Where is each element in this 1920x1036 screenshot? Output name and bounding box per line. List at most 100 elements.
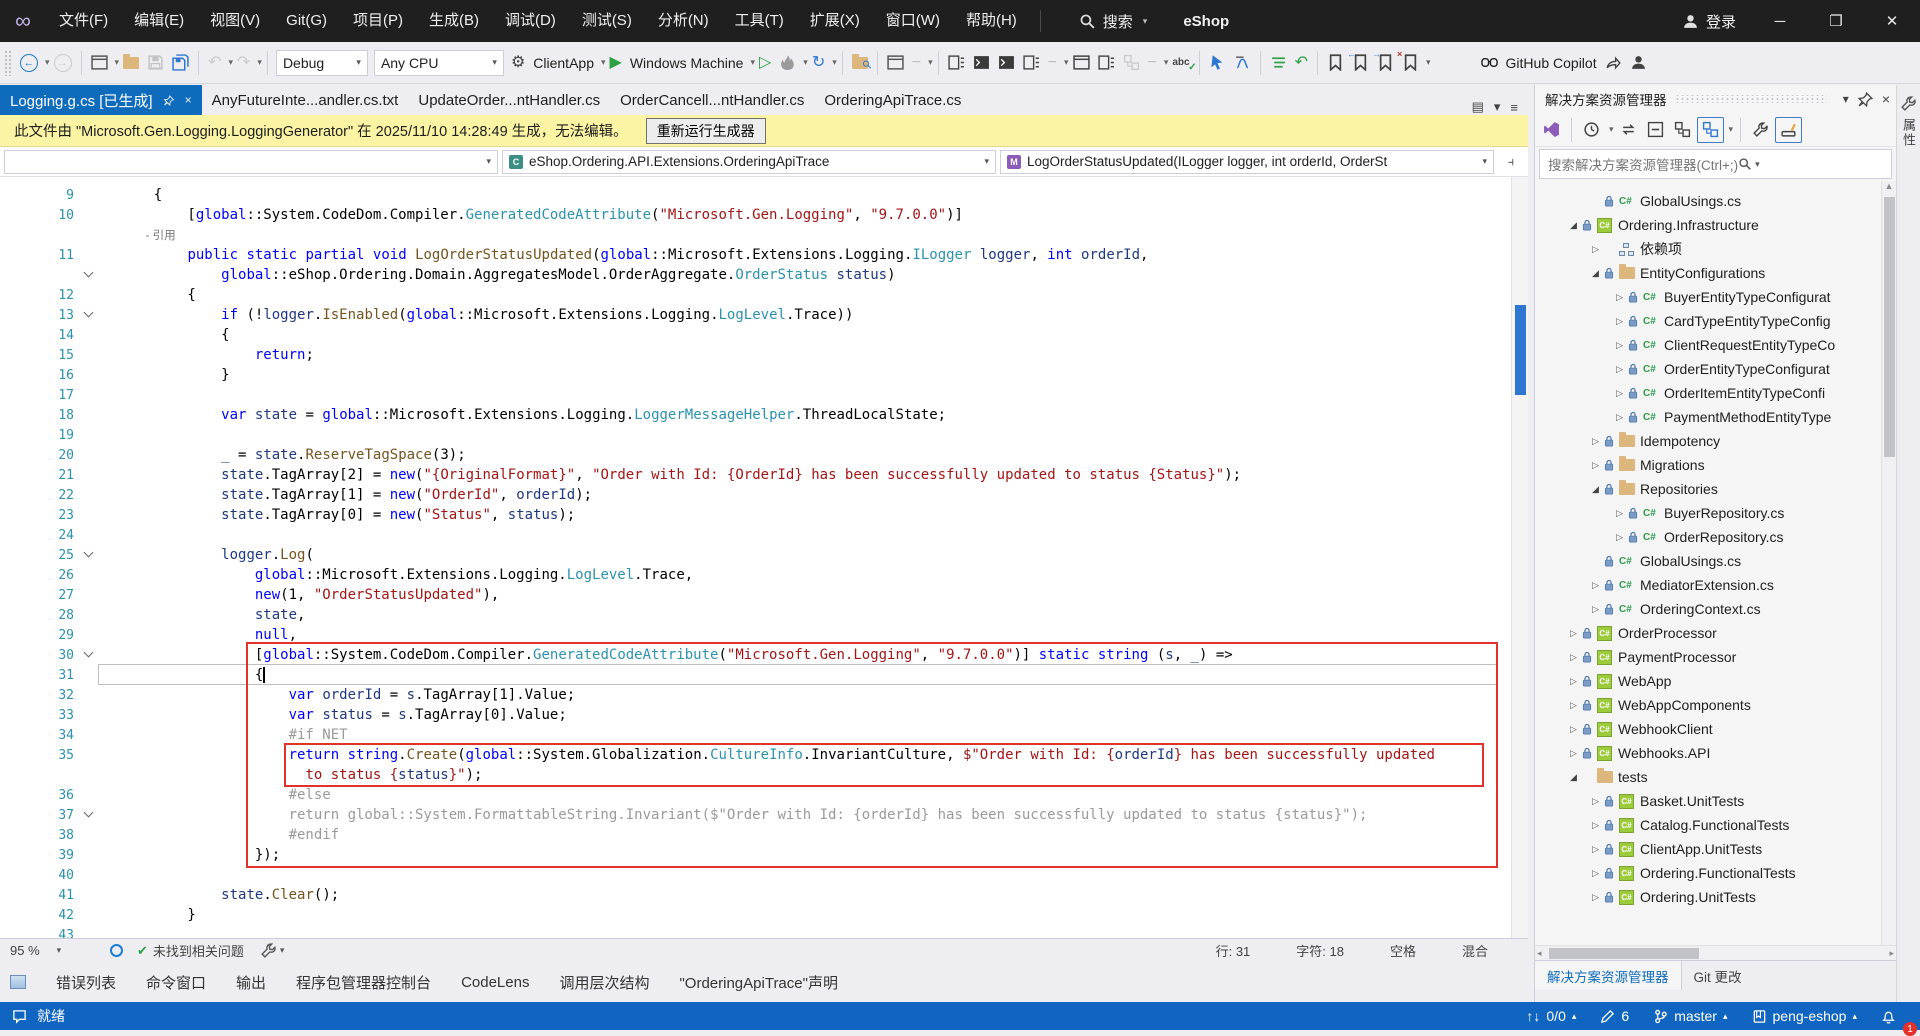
member-dropdown[interactable]: M LogOrderStatusUpdated(ILogger logger, …	[1000, 149, 1494, 174]
menu-0[interactable]: 文件(F)	[46, 0, 121, 42]
line-number[interactable]: 11	[0, 248, 78, 263]
line-number[interactable]: 13	[0, 308, 78, 323]
code-fix-icon[interactable]	[260, 942, 277, 959]
menu-2[interactable]: 视图(V)	[197, 0, 273, 42]
line-number[interactable]: 43	[0, 928, 78, 939]
pin-icon[interactable]	[163, 92, 175, 109]
tree-item-ClientApp.UnitTests[interactable]: ▷ C# ClientApp.UnitTests	[1535, 837, 1896, 861]
code-editor[interactable]: 9 {10 [global::System.CodeDom.Compiler.G…	[0, 177, 1528, 938]
code-line-20[interactable]: 20 _ = state.ReserveTagSpace(3);	[0, 445, 1528, 465]
expanded-arrow-icon[interactable]: ◢	[1565, 220, 1582, 231]
collapsed-arrow-icon[interactable]: ▷	[1611, 532, 1628, 543]
window-layout-icon[interactable]: ≡	[1510, 100, 1518, 115]
code-line-43[interactable]: 43	[0, 925, 1528, 939]
feedback-icon[interactable]	[12, 1009, 27, 1024]
platform-dropdown[interactable]: Any CPU ▾	[373, 49, 504, 76]
close-button[interactable]: ✕	[1864, 0, 1920, 42]
editor-vertical-scrollbar[interactable]	[1511, 177, 1528, 938]
scrollbar-thumb[interactable]	[1515, 305, 1526, 395]
line-number[interactable]: 37	[0, 808, 78, 823]
close-icon[interactable]: ×	[1882, 91, 1890, 107]
save-button[interactable]	[143, 48, 168, 78]
github-copilot-icon[interactable]	[1477, 48, 1502, 78]
save-all-button[interactable]	[168, 48, 193, 78]
code-line-36[interactable]: 36 #else	[0, 785, 1528, 805]
fold-chevron-icon[interactable]	[78, 547, 98, 562]
window-menu-icon[interactable]: ▾	[1843, 92, 1849, 106]
tree-item--[interactable]: ▷ 依赖项	[1535, 237, 1896, 261]
properties-button[interactable]	[1748, 117, 1773, 143]
project-dropdown[interactable]: ▾	[4, 149, 498, 174]
copilot-person-icon[interactable]	[1626, 48, 1651, 78]
fold-chevron-icon[interactable]	[78, 267, 98, 282]
side-pane-button[interactable]	[1094, 48, 1119, 78]
collapsed-arrow-icon[interactable]: ▷	[1587, 820, 1604, 831]
emulator-button[interactable]	[969, 48, 994, 78]
tree-item-Catalog.FunctionalTests[interactable]: ▷ C# Catalog.FunctionalTests	[1535, 813, 1896, 837]
line-number[interactable]: 23	[0, 508, 78, 523]
switch-views-button[interactable]	[1539, 117, 1564, 143]
code-line-13[interactable]: 13 if (!logger.IsEnabled(global::Microso…	[0, 305, 1528, 325]
tree-item-CardTypeEntityTypeConfig[interactable]: ▷ C# CardTypeEntityTypeConfig	[1535, 309, 1896, 333]
tree-item-ClientRequestEntityTypeCo[interactable]: ▷ C# ClientRequestEntityTypeCo	[1535, 333, 1896, 357]
code-line-wrap[interactable]: - 引用	[0, 225, 1528, 245]
tree-item-OrderProcessor[interactable]: ▷ C# OrderProcessor	[1535, 621, 1896, 645]
menu-9[interactable]: 工具(T)	[722, 0, 797, 42]
sign-in-button[interactable]: 登录	[1666, 0, 1752, 42]
collapsed-arrow-icon[interactable]: ▷	[1611, 364, 1628, 375]
line-number[interactable]: 16	[0, 368, 78, 383]
tree-item-BuyerEntityTypeConfigurat[interactable]: ▷ C# BuyerEntityTypeConfigurat	[1535, 285, 1896, 309]
code-line-26[interactable]: 26 global::Microsoft.Extensions.Logging.…	[0, 565, 1528, 585]
code-line-33[interactable]: 33 var status = s.TagArray[0].Value;	[0, 705, 1528, 725]
next-bookmark-button[interactable]: →	[1372, 48, 1398, 78]
undo-button[interactable]: ↶	[204, 48, 225, 78]
line-number[interactable]: 25	[0, 548, 78, 563]
startup-settings-gear-icon[interactable]: ⚙	[507, 48, 529, 78]
collapsed-arrow-icon[interactable]: ▷	[1565, 628, 1582, 639]
line-number[interactable]: 29	[0, 628, 78, 643]
document-tab-0[interactable]: Logging.g.cs [已生成] ×	[0, 85, 202, 115]
chevron-down-icon[interactable]: ▾	[1609, 124, 1614, 135]
line-number[interactable]: 42	[0, 908, 78, 923]
document-tab-3[interactable]: OrderCancell...ntHandler.cs	[610, 85, 814, 115]
tree-item-PaymentProcessor[interactable]: ▷ C# PaymentProcessor	[1535, 645, 1896, 669]
collapse-all-button[interactable]	[1643, 117, 1668, 143]
collapsed-arrow-icon[interactable]: ▷	[1611, 388, 1628, 399]
line-number[interactable]: 24	[0, 528, 78, 543]
code-line-41[interactable]: 41 state.Clear();	[0, 885, 1528, 905]
chevron-down-icon[interactable]: ▾	[601, 57, 606, 68]
scope-dropdown-button[interactable]	[1696, 116, 1724, 143]
start-debug-button[interactable]: ▶	[606, 48, 626, 78]
panel-tab-2[interactable]: 输出	[236, 972, 266, 993]
document-tab-1[interactable]: AnyFutureInte...andler.cs.txt	[202, 85, 409, 115]
solution-search-box[interactable]: 搜索解决方案资源管理器(Ctrl+;) ▾	[1539, 149, 1892, 179]
tree-item-OrderEntityTypeConfigurat[interactable]: ▷ C# OrderEntityTypeConfigurat	[1535, 357, 1896, 381]
code-line-27[interactable]: 27 new(1, "OrderStatusUpdated"),	[0, 585, 1528, 605]
code-line-18[interactable]: 18 var state = global::Microsoft.Extensi…	[0, 405, 1528, 425]
new-window-button[interactable]	[883, 48, 908, 78]
repository-button[interactable]: peng-eshop ▴	[1740, 1002, 1869, 1030]
tree-item-Migrations[interactable]: ▷ Migrations	[1535, 453, 1896, 477]
line-number[interactable]: 31	[0, 668, 78, 683]
tree-vertical-scrollbar[interactable]: ▲	[1881, 181, 1896, 945]
code-line-37[interactable]: 37 return global::System.FormattableStri…	[0, 805, 1528, 825]
code-line-22[interactable]: 22 state.TagArray[1] = new("OrderId", or…	[0, 485, 1528, 505]
code-line-23[interactable]: 23 state.TagArray[0] = new("Status", sta…	[0, 505, 1528, 525]
line-number[interactable]: 22	[0, 488, 78, 503]
code-line-28[interactable]: 28 state,	[0, 605, 1528, 625]
chevron-down-icon[interactable]: ▾	[1064, 57, 1069, 68]
menu-4[interactable]: 项目(P)	[340, 0, 416, 42]
tree-horizontal-scrollbar[interactable]: ◂ ▸	[1535, 945, 1896, 960]
line-number[interactable]: 21	[0, 468, 78, 483]
tree-item-EntityConfigurations[interactable]: ◢ EntityConfigurations	[1535, 261, 1896, 285]
line-number[interactable]: 14	[0, 328, 78, 343]
line-number[interactable]: 30	[0, 648, 78, 663]
restart-button[interactable]: ↻	[808, 48, 829, 78]
line-number[interactable]: 9	[0, 188, 78, 203]
dash2-button[interactable]: −	[1144, 48, 1161, 78]
previous-bookmark-button[interactable]: ←	[1347, 48, 1373, 78]
menu-3[interactable]: Git(G)	[273, 0, 340, 42]
menu-11[interactable]: 窗口(W)	[873, 0, 953, 42]
menu-8[interactable]: 分析(N)	[645, 0, 722, 42]
explorer-tab-1[interactable]: Git 更改	[1682, 961, 1754, 990]
